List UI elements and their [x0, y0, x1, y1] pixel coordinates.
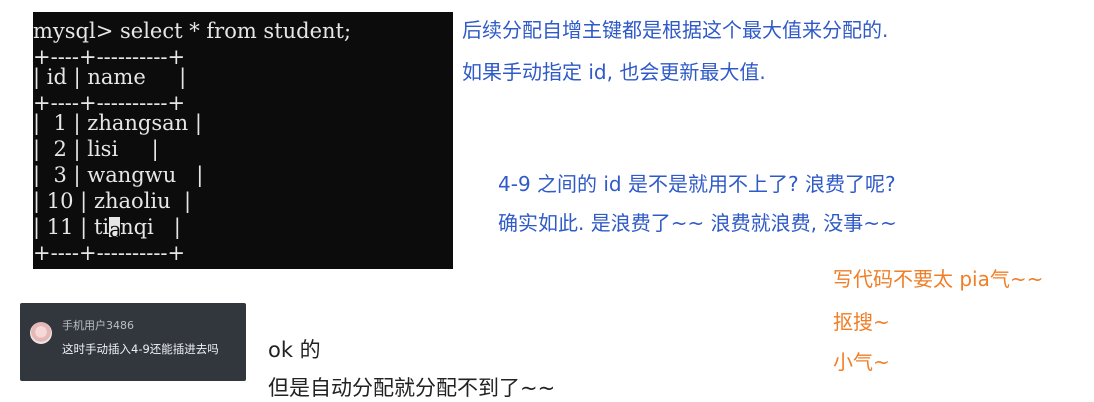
- user-comment-card: 手机用户3486 这时手动插入4-9还能插进去吗: [20, 303, 246, 381]
- note-answer-waste: 确实如此. 是浪费了~~ 浪费就浪费, 没事~~: [498, 211, 897, 235]
- table-border-mid: +----+----------+: [33, 91, 186, 115]
- note-auto-increment: 后续分配自增主键都是根据这个最大值来分配的.: [462, 18, 889, 42]
- text-cursor: a: [109, 217, 122, 242]
- row-id: 3: [53, 163, 67, 187]
- row-id: 11: [46, 215, 74, 239]
- row-name-part: nqi: [120, 215, 154, 239]
- row-id: 1: [53, 111, 67, 135]
- table-row: | 11 | tianqi |: [33, 215, 181, 242]
- note-orange-2: 抠搜~: [833, 310, 890, 334]
- table-row: | 1 | zhangsan |: [33, 111, 202, 135]
- row-id: 10: [46, 189, 74, 213]
- note-ok: ok 的: [268, 338, 321, 362]
- table-header-row: | id | name |: [33, 65, 187, 89]
- note-question-gap: 4-9 之间的 id 是不是就用不上了? 浪费了呢?: [498, 172, 896, 196]
- header-id: id: [46, 65, 67, 89]
- comment-username: 手机用户3486: [62, 319, 134, 332]
- row-id: 2: [53, 137, 67, 161]
- header-name: name: [87, 65, 146, 89]
- mysql-terminal: mysql> select * from student; +----+----…: [33, 12, 453, 269]
- row-name: wangwu: [87, 163, 177, 187]
- table-row: | 3 | wangwu |: [33, 163, 204, 187]
- comment-text: 这时手动插入4-9还能插进去吗: [62, 342, 219, 356]
- note-orange-3: 小气~: [833, 350, 890, 374]
- row-name: lisi: [87, 137, 119, 161]
- note-orange-1: 写代码不要太 pia气~~: [833, 267, 1044, 291]
- row-name: zhangsan: [87, 111, 189, 135]
- row-name-part: ti: [93, 215, 110, 239]
- row-name: zhaoliu: [93, 189, 171, 213]
- table-row: | 2 | lisi |: [33, 137, 159, 161]
- table-border-top: +----+----------+: [33, 45, 186, 69]
- table-row: | 10 | zhaoliu |: [33, 189, 192, 213]
- avatar: [30, 322, 52, 344]
- note-auto-cannot-reach: 但是自动分配就分配不到了~~: [268, 376, 556, 400]
- sql-prompt-line: mysql> select * from student;: [33, 19, 352, 43]
- table-border-bottom: +----+----------+: [33, 241, 186, 265]
- note-manual-id: 如果手动指定 id, 也会更新最大值.: [462, 60, 766, 84]
